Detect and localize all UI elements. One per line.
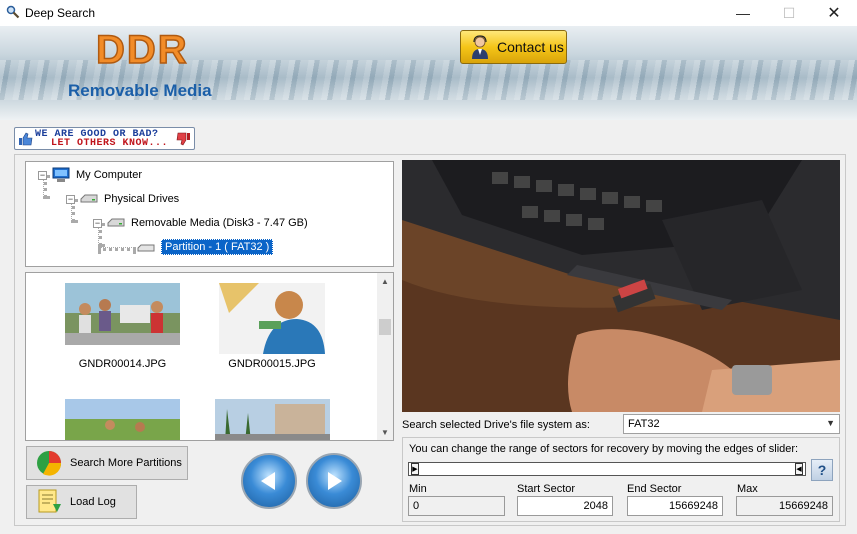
tree-label: Removable Media (Disk3 - 7.47 GB) bbox=[131, 217, 308, 229]
sector-hint: You can change the range of sectors for … bbox=[409, 443, 799, 455]
contact-us-label: Contact us bbox=[497, 39, 564, 55]
minimize-button[interactable]: — bbox=[720, 0, 766, 26]
next-button[interactable] bbox=[306, 453, 362, 509]
tree-item-partition[interactable]: Partition - 1 ( FAT32 ) bbox=[136, 238, 274, 256]
tree-label-selected: Partition - 1 ( FAT32 ) bbox=[161, 239, 274, 255]
thumbnail-scrollbar[interactable]: ▲ ▼ bbox=[377, 273, 393, 440]
max-field: 15669248 bbox=[736, 496, 833, 516]
thumbs-up-icon bbox=[19, 132, 33, 146]
thumbnail-image[interactable] bbox=[219, 283, 325, 354]
collapse-toggle[interactable]: − bbox=[93, 218, 102, 228]
search-more-label: Search More Partitions bbox=[70, 457, 182, 469]
scroll-up-icon[interactable]: ▲ bbox=[377, 273, 393, 289]
drive-tree[interactable]: − My Computer − Physical Drives − Remova… bbox=[25, 161, 394, 267]
end-sector-field[interactable]: 15669248 bbox=[627, 496, 723, 516]
log-file-icon bbox=[38, 489, 61, 513]
drive-icon bbox=[80, 194, 98, 203]
end-sector-label: End Sector bbox=[627, 483, 682, 495]
slider-start-handle[interactable]: ▶ bbox=[411, 463, 419, 475]
window-title: Deep Search bbox=[25, 6, 96, 20]
collapse-toggle[interactable]: − bbox=[66, 194, 75, 204]
product-name: Removable Media bbox=[68, 81, 212, 100]
tree-label: My Computer bbox=[76, 169, 143, 181]
search-more-partitions-button[interactable]: Search More Partitions bbox=[26, 446, 188, 480]
thumbnail-view[interactable]: GNDR00014.JPG GNDR00015.JPG ▲ ▼ bbox=[25, 272, 394, 441]
thumbnail-image[interactable] bbox=[215, 399, 330, 441]
pie-chart-icon bbox=[37, 451, 62, 476]
tree-item-physical-drives[interactable]: − Physical Drives bbox=[66, 190, 179, 208]
help-button[interactable]: ? bbox=[811, 459, 833, 481]
min-field: 0 bbox=[408, 496, 505, 516]
close-button[interactable]: ✕ bbox=[811, 0, 857, 26]
tree-item-my-computer[interactable]: − My Computer bbox=[38, 166, 142, 184]
thumbnail-caption: GNDR00014.JPG bbox=[78, 358, 167, 370]
support-person-icon bbox=[472, 35, 488, 59]
tree-label: Physical Drives bbox=[104, 193, 180, 205]
thumbnail-caption: GNDR00015.JPG bbox=[228, 358, 316, 370]
ddr-logo: DDR bbox=[95, 27, 189, 73]
drive-icon bbox=[107, 218, 125, 227]
filesystem-value: FAT32 bbox=[628, 418, 660, 430]
collapse-toggle[interactable]: − bbox=[38, 170, 47, 180]
computer-icon bbox=[52, 167, 70, 182]
load-log-button[interactable]: Load Log bbox=[26, 485, 137, 519]
load-log-label: Load Log bbox=[70, 496, 116, 508]
sector-range-slider[interactable]: ▶ ◀ bbox=[408, 462, 806, 476]
thumbs-down-icon bbox=[176, 132, 190, 146]
magnifier-app-icon bbox=[6, 5, 20, 19]
filesystem-select[interactable]: FAT32 ▼ bbox=[623, 414, 840, 434]
partition-icon bbox=[137, 244, 155, 252]
start-sector-label: Start Sector bbox=[517, 483, 576, 495]
slider-end-handle[interactable]: ◀ bbox=[795, 463, 803, 475]
arrow-left-icon bbox=[261, 472, 275, 490]
scroll-down-icon[interactable]: ▼ bbox=[377, 424, 393, 440]
usb-drive-photo bbox=[402, 160, 840, 412]
feedback-line2: LET OTHERS KNOW... bbox=[51, 138, 169, 149]
feedback-badge[interactable]: WE ARE GOOD OR BAD? LET OTHERS KNOW... bbox=[14, 127, 195, 150]
thumbnail-image[interactable] bbox=[65, 399, 180, 441]
min-label: Min bbox=[409, 483, 427, 495]
title-bar: Deep Search — ☐ ✕ bbox=[0, 0, 857, 26]
tree-line bbox=[98, 247, 136, 251]
chevron-down-icon: ▼ bbox=[826, 418, 835, 428]
scroll-thumb[interactable] bbox=[379, 319, 391, 335]
start-sector-field[interactable]: 2048 bbox=[517, 496, 613, 516]
previous-button[interactable] bbox=[241, 453, 297, 509]
header-banner: DDR Removable Media Contact us bbox=[0, 26, 857, 120]
tree-item-removable-media[interactable]: − Removable Media (Disk3 - 7.47 GB) bbox=[93, 214, 308, 232]
filesystem-label: Search selected Drive's file system as: bbox=[402, 419, 590, 431]
thumbnail-image[interactable] bbox=[65, 283, 180, 345]
arrow-right-icon bbox=[328, 472, 342, 490]
maximize-button[interactable]: ☐ bbox=[766, 0, 812, 26]
max-label: Max bbox=[737, 483, 758, 495]
contact-us-button[interactable]: Contact us bbox=[460, 30, 567, 64]
